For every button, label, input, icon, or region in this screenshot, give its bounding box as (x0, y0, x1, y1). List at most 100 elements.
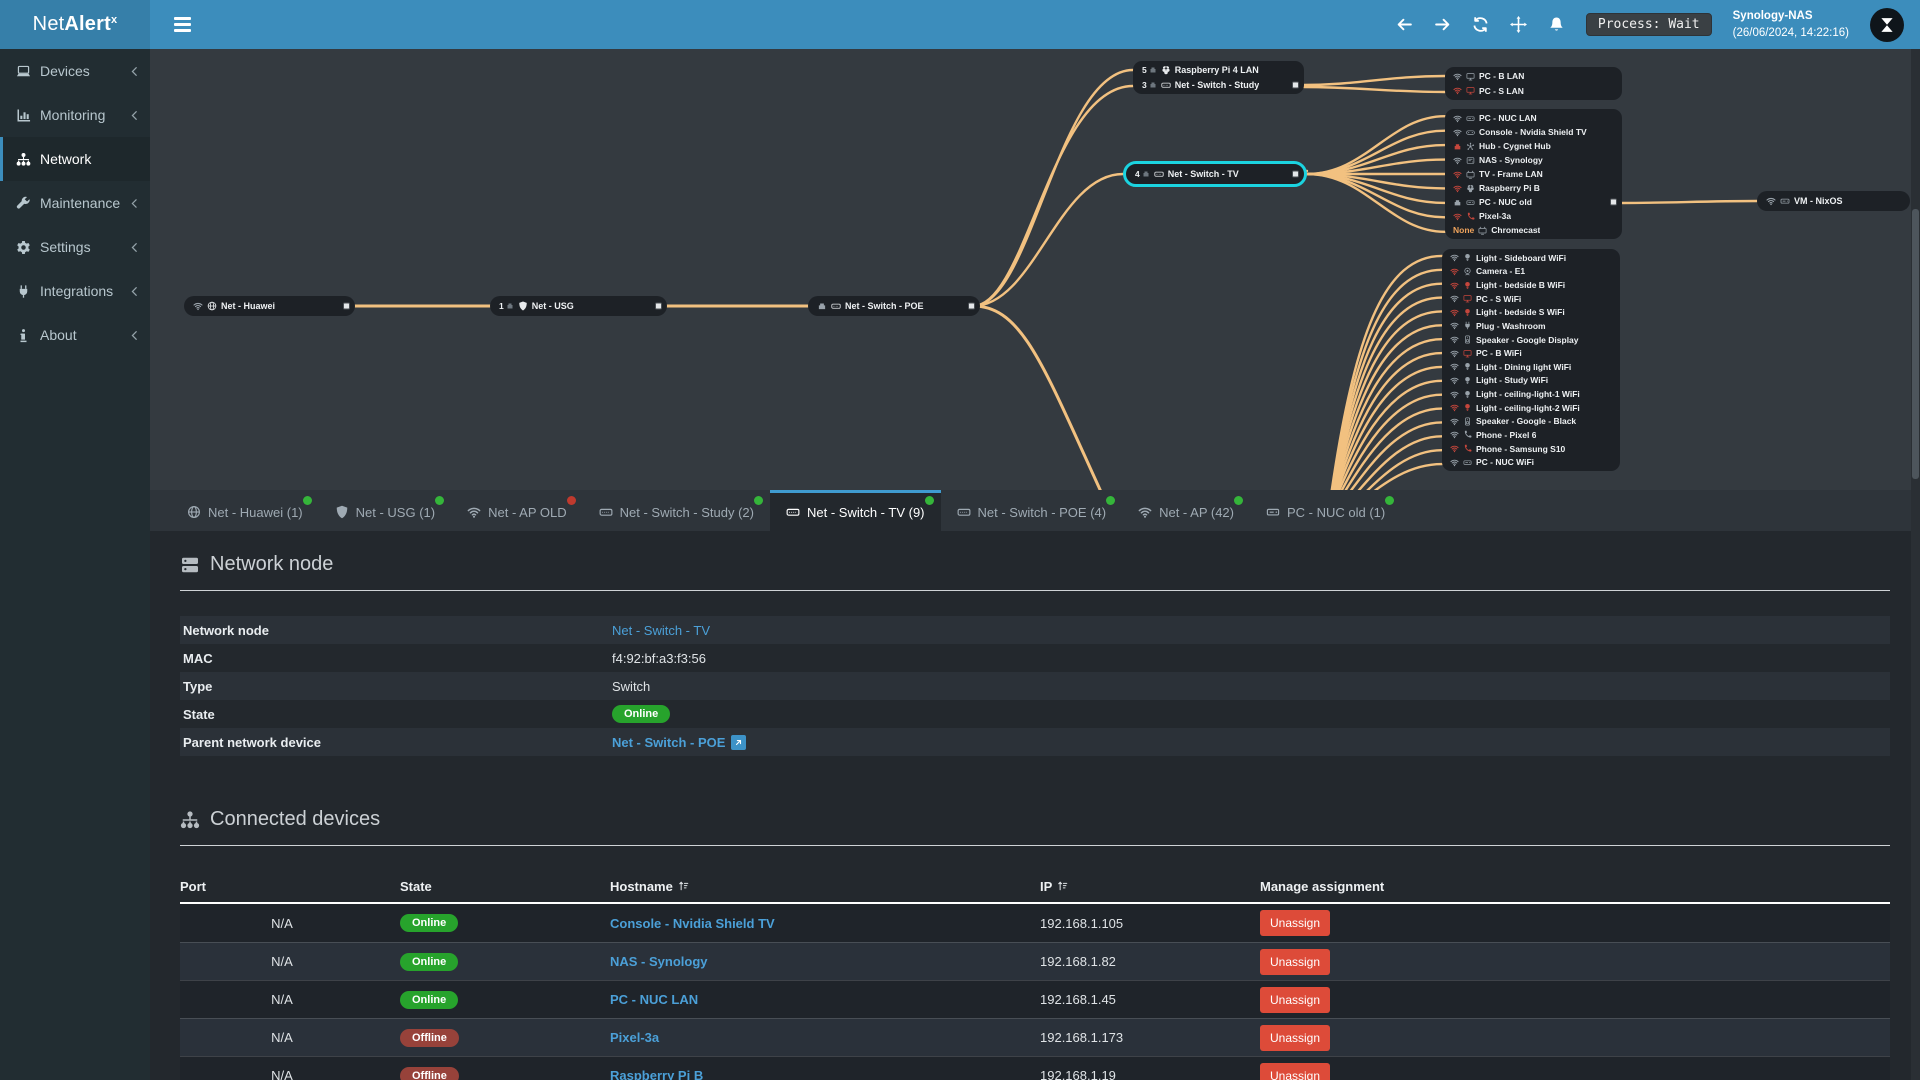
sidebar-toggle-button[interactable] (170, 11, 195, 38)
sidebar-item[interactable]: Settings (0, 225, 150, 269)
unassign-button[interactable]: Unassign (1260, 1062, 1331, 1080)
sidebar-item[interactable]: Maintenance (0, 181, 150, 225)
diagram-device-row[interactable]: TV - Frame LAN (1445, 167, 1622, 181)
notifications-bell-icon[interactable] (1548, 16, 1565, 33)
diagram-device-row[interactable]: PC - S LAN (1445, 84, 1622, 99)
diagram-device-row[interactable]: Phone - Pixel 6 (1442, 428, 1620, 442)
diagram-device-row[interactable]: PC - B WiFi (1442, 346, 1620, 360)
detail-value-text[interactable]: Switch (612, 679, 650, 694)
network-node-tab[interactable]: Net - AP (42) (1122, 490, 1250, 531)
diagram-device-row[interactable]: PC - B LAN (1445, 69, 1622, 84)
hostname-link[interactable]: NAS - Synology (610, 954, 708, 969)
detail-value-text[interactable]: Online (612, 705, 671, 723)
sidebar-item[interactable]: Devices (0, 49, 150, 93)
diagram-device-row[interactable]: Light - bedside B WiFi (1442, 278, 1620, 292)
unassign-button[interactable]: Unassign (1260, 948, 1331, 975)
network-node[interactable]: Net - Switch - POE (808, 296, 980, 316)
detail-value-text[interactable]: Net - Switch - POE (612, 735, 725, 750)
diagram-device-row[interactable]: 5 Raspberry Pi 4 LAN (1133, 63, 1304, 78)
diagram-device-row[interactable]: Hub - Cygnet Hub (1445, 139, 1622, 153)
column-header-ip[interactable]: IP (1040, 879, 1260, 894)
app-logo[interactable]: NetNetAlertAlertx (0, 0, 150, 49)
network-node-tab[interactable]: PC - NUC old (1) (1250, 490, 1401, 531)
connector-handle[interactable] (1292, 81, 1299, 89)
back-icon[interactable] (1396, 16, 1413, 33)
external-link-icon[interactable] (731, 734, 747, 750)
network-node[interactable]: 1 Net - USG (490, 296, 667, 316)
sidebar-item[interactable]: Monitoring (0, 93, 150, 137)
hostname-link[interactable]: Pixel-3a (610, 1030, 659, 1045)
device-type-icon (1463, 376, 1472, 385)
section-title-connected-devices: Connected devices (180, 756, 1890, 831)
top-navbar: Process: Wait Synology-NAS (26/06/2024, … (150, 0, 1920, 49)
network-node-tab[interactable]: Net - AP OLD (451, 490, 583, 531)
sidebar-item[interactable]: About (0, 313, 150, 357)
pan-mode-icon[interactable] (1510, 16, 1527, 33)
study-clients-group[interactable]: PC - B LAN PC - S LAN (1445, 67, 1622, 100)
hostname-link[interactable]: Console - Nvidia Shield TV (610, 916, 775, 931)
diagram-device-row[interactable]: NAS - Synology (1445, 153, 1622, 167)
ip-cell: 192.168.1.45 (1040, 992, 1116, 1007)
device-type-icon (1463, 321, 1472, 330)
diagram-device-row[interactable]: Light - ceiling-light-1 WiFi (1442, 387, 1620, 401)
network-node-tab[interactable]: Net - Switch - TV (9) (770, 490, 941, 531)
network-node-tab[interactable]: Net - Switch - Study (2) (583, 490, 770, 531)
detail-value-text[interactable]: f4:92:bf:a3:f3:56 (612, 651, 706, 666)
connector-handle[interactable] (343, 302, 350, 310)
sort-icon[interactable] (678, 880, 690, 892)
network-node-tab[interactable]: Net - Huawei (1) (171, 490, 319, 531)
user-avatar[interactable] (1870, 7, 1904, 42)
unassign-button[interactable]: Unassign (1260, 910, 1331, 936)
diagram-device-row[interactable]: Light - Study WiFi (1442, 374, 1620, 388)
connector-handle[interactable] (968, 302, 975, 310)
network-node-tab[interactable]: Net - USG (1) (319, 490, 451, 531)
connector-handle[interactable] (655, 302, 662, 310)
diagram-device-row[interactable]: None Chromecast (1445, 223, 1622, 237)
diagram-device-row[interactable]: PC - NUC old (1445, 195, 1622, 209)
detail-value-text[interactable]: Net - Switch - TV (612, 623, 710, 638)
hostname-link[interactable]: PC - NUC LAN (610, 992, 698, 1007)
scrollbar-thumb[interactable] (1912, 209, 1919, 479)
sort-icon[interactable] (1057, 880, 1069, 892)
diagram-device-row[interactable]: PC - NUC LAN (1445, 111, 1622, 125)
diagram-device-row[interactable]: Speaker - Google Display (1442, 333, 1620, 347)
diagram-device-row[interactable]: Raspberry Pi B (1445, 181, 1622, 195)
diagram-device-row[interactable]: PC - NUC WiFi (1442, 455, 1620, 469)
column-header-hostname[interactable]: Hostname (610, 879, 1040, 894)
vm-node[interactable]: VM - NixOS (1757, 191, 1910, 211)
diagram-device-row[interactable]: PC - S WiFi (1442, 292, 1620, 306)
diagram-device-row[interactable]: Light - Sideboard WiFi (1442, 251, 1620, 265)
forward-icon[interactable] (1434, 16, 1451, 33)
diagram-device-row[interactable]: Light - bedside S WiFi (1442, 306, 1620, 320)
hostname-link[interactable]: Raspberry Pi B (610, 1068, 703, 1080)
process-status-badge[interactable]: Process: Wait (1585, 13, 1712, 36)
diagram-device-row[interactable]: Light - Dining light WiFi (1442, 360, 1620, 374)
refresh-icon[interactable] (1472, 16, 1489, 33)
diagram-device-row[interactable]: Pixel-3a (1445, 209, 1622, 223)
sidebar-item[interactable]: Network (0, 137, 150, 181)
diagram-device-row[interactable]: Phone - Samsung S10 (1442, 442, 1620, 456)
unassign-button[interactable]: Unassign (1260, 986, 1331, 1013)
unassign-button[interactable]: Unassign (1260, 1024, 1331, 1051)
sidebar-item[interactable]: Integrations (0, 269, 150, 313)
ip-cell: 192.168.1.19 (1040, 1068, 1116, 1080)
access-point-clients-group[interactable]: Light - Sideboard WiFi Camera - E1 Light… (1442, 249, 1620, 471)
network-node[interactable]: Net - Huawei (184, 296, 355, 316)
device-label: PC - NUC LAN (1479, 113, 1537, 123)
network-topology-diagram[interactable]: Net - Huawei 1 Net - USG Net - Switch - … (150, 49, 1920, 490)
diagram-device-row[interactable]: Camera - E1 (1442, 265, 1620, 279)
diagram-device-row[interactable]: Plug - Washroom (1442, 319, 1620, 333)
switch-tv-clients-group[interactable]: PC - NUC LAN Console - Nvidia Shield TV … (1445, 109, 1622, 239)
diagram-device-row[interactable]: 3 Net - Switch - Study (1133, 78, 1304, 93)
sidebar-item-icon (16, 64, 31, 79)
selected-network-node[interactable]: 4 Net - Switch - TV (1123, 161, 1307, 187)
network-node-tab[interactable]: Net - Switch - POE (4) (941, 490, 1123, 531)
switch-study-group[interactable]: 5 Raspberry Pi 4 LAN 3 Net - Switch - St… (1133, 61, 1304, 94)
diagram-device-row[interactable]: Speaker - Google - Black (1442, 415, 1620, 429)
connector-handle[interactable] (1610, 198, 1617, 206)
connector-handle[interactable] (1292, 170, 1299, 178)
diagram-device-row[interactable]: Console - Nvidia Shield TV (1445, 125, 1622, 139)
diagram-device-row[interactable]: Light - ceiling-light-2 WiFi (1442, 401, 1620, 415)
page-scrollbar[interactable] (1911, 49, 1920, 1080)
host-info: Synology-NAS (26/06/2024, 14:22:16) (1733, 8, 1849, 40)
